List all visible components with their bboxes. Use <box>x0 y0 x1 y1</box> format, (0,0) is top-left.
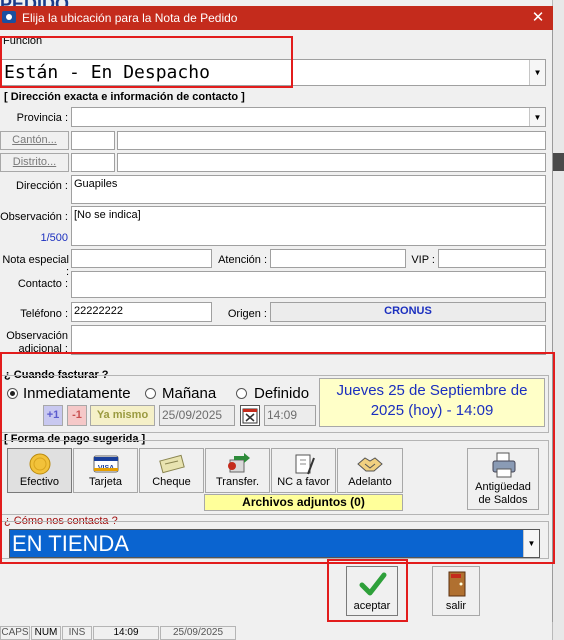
accept-label: aceptar <box>353 600 391 612</box>
payment-efectivo-button[interactable]: Efectivo <box>7 448 72 493</box>
chevron-down-icon[interactable]: ▼ <box>523 530 539 557</box>
app-icon <box>2 11 16 23</box>
radio-definido[interactable] <box>236 388 247 399</box>
dialog-titlebar: Elija la ubicación para la Nota de Pedid… <box>0 6 553 30</box>
funcion-select[interactable]: Están - En Despacho ▼ <box>0 59 546 86</box>
observacion-counter: 1/500 <box>40 232 68 244</box>
address-section-title: [ Dirección exacta e información de cont… <box>4 91 245 103</box>
telefono-label: Teléfono : <box>20 308 68 320</box>
accept-button[interactable]: aceptar <box>346 566 398 616</box>
calendar-icon[interactable] <box>240 405 260 426</box>
time-field[interactable]: 14:09 <box>264 405 316 426</box>
status-date: 25/09/2025 <box>160 626 236 640</box>
telefono-field[interactable]: 22222222 <box>71 302 212 322</box>
payment-adelanto-button[interactable]: Adelanto <box>337 448 403 493</box>
funcion-label: Función <box>3 35 43 47</box>
payment-transfer-label: Transfer. <box>216 476 259 488</box>
background-right-header <box>552 153 564 171</box>
funcion-value: Están - En Despacho <box>4 62 210 83</box>
contacto-label: Contacto : <box>17 278 68 290</box>
origen-field: CRONUS <box>270 302 546 322</box>
observacion-field[interactable]: [No se indica] <box>71 206 546 246</box>
label-definido: Definido <box>254 385 310 402</box>
payment-adelanto-label: Adelanto <box>348 476 392 488</box>
canton-code-field[interactable] <box>71 131 115 150</box>
payment-nc-button[interactable]: NC a favor <box>271 448 336 493</box>
provincia-label: Provincia : <box>16 112 68 124</box>
radio-inmediatamente[interactable] <box>7 388 18 399</box>
atencion-label: Atención : <box>218 254 267 266</box>
obs-adicional-label-line1: Observación <box>6 330 68 342</box>
chevron-down-icon[interactable]: ▼ <box>529 60 545 85</box>
attachments-button[interactable]: Archivos adjuntos (0) <box>204 494 403 511</box>
distrito-code-field[interactable] <box>71 153 115 172</box>
status-time: 14:09 <box>93 626 159 640</box>
antiguedad-label-line1: Antigüedad <box>475 481 531 493</box>
obs-adicional-label-line2: adicional : <box>18 343 68 355</box>
provincia-select[interactable]: ▼ <box>71 107 546 127</box>
background-right-panel <box>552 0 564 640</box>
status-ins: INS <box>62 626 92 640</box>
credit-card-icon: VISA <box>93 455 118 473</box>
canton-name-field[interactable] <box>117 131 546 150</box>
credit-note-icon <box>295 454 315 475</box>
antiguedad-saldos-button[interactable]: Antigüedad de Saldos <box>467 448 539 510</box>
minus-one-day-button[interactable]: -1 <box>67 405 87 426</box>
canton-button[interactable]: Cantón... <box>0 131 69 150</box>
payment-cheque-label: Cheque <box>152 476 191 488</box>
distrito-button[interactable]: Distrito... <box>0 153 69 172</box>
direccion-label: Dirección : <box>16 180 68 192</box>
label-inmediatamente: Inmediatamente <box>23 385 131 402</box>
label-manana: Mañana <box>162 385 217 402</box>
payment-efectivo-label: Efectivo <box>19 476 60 488</box>
exit-button[interactable]: salir <box>432 566 480 616</box>
payment-cheque-button[interactable]: Cheque <box>139 448 204 493</box>
exit-door-icon <box>448 571 466 597</box>
observacion-label: Observación : <box>0 211 68 223</box>
status-caps: CAPS <box>0 626 30 640</box>
summary-line-1: Jueves 25 de Septiembre de <box>336 382 528 399</box>
dialog-title: Elija la ubicación para la Nota de Pedid… <box>22 11 238 25</box>
coin-icon <box>29 453 50 475</box>
payment-nc-label: NC a favor <box>277 476 330 488</box>
date-field[interactable]: 25/09/2025 <box>159 405 235 426</box>
vip-label: VIP : <box>411 254 435 266</box>
ya-mismo-button[interactable]: Ya mismo <box>90 405 155 426</box>
contacto-field[interactable] <box>71 271 546 298</box>
origen-label: Origen : <box>227 308 267 320</box>
exit-label: salir <box>445 600 467 612</box>
handshake-icon <box>357 457 383 472</box>
payment-tarjeta-label: Tarjeta <box>88 476 123 488</box>
contact-select[interactable]: EN TIENDA ▼ <box>9 529 540 558</box>
payment-tarjeta-button[interactable]: VISA Tarjeta <box>73 448 138 493</box>
chevron-down-icon[interactable]: ▼ <box>529 108 545 126</box>
atencion-field[interactable] <box>270 249 406 268</box>
cheque-icon <box>158 454 185 474</box>
radio-manana[interactable] <box>145 388 156 399</box>
plus-one-day-button[interactable]: +1 <box>43 405 63 426</box>
obs-adicional-field[interactable] <box>71 325 546 355</box>
contact-value: EN TIENDA <box>12 531 129 556</box>
vip-field[interactable] <box>438 249 546 268</box>
transfer-icon <box>227 453 250 473</box>
calendar-glyph-icon <box>242 408 258 424</box>
status-num: NUM <box>31 626 61 640</box>
invoice-date-summary: Jueves 25 de Septiembre de 2025 (hoy) - … <box>319 378 545 427</box>
direccion-field[interactable]: Guapiles <box>71 175 546 204</box>
summary-line-2: 2025 (hoy) - 14:09 <box>370 402 494 419</box>
antiguedad-label-line2: de Saldos <box>478 494 528 506</box>
nota-especial-field[interactable] <box>71 249 212 268</box>
nota-especial-label: Nota especial : <box>2 254 69 278</box>
checkmark-icon <box>359 572 387 596</box>
printer-icon <box>492 452 516 478</box>
payment-transfer-button[interactable]: Transfer. <box>205 448 270 493</box>
distrito-name-field[interactable] <box>117 153 546 172</box>
close-icon[interactable]: ✕ <box>528 8 548 26</box>
